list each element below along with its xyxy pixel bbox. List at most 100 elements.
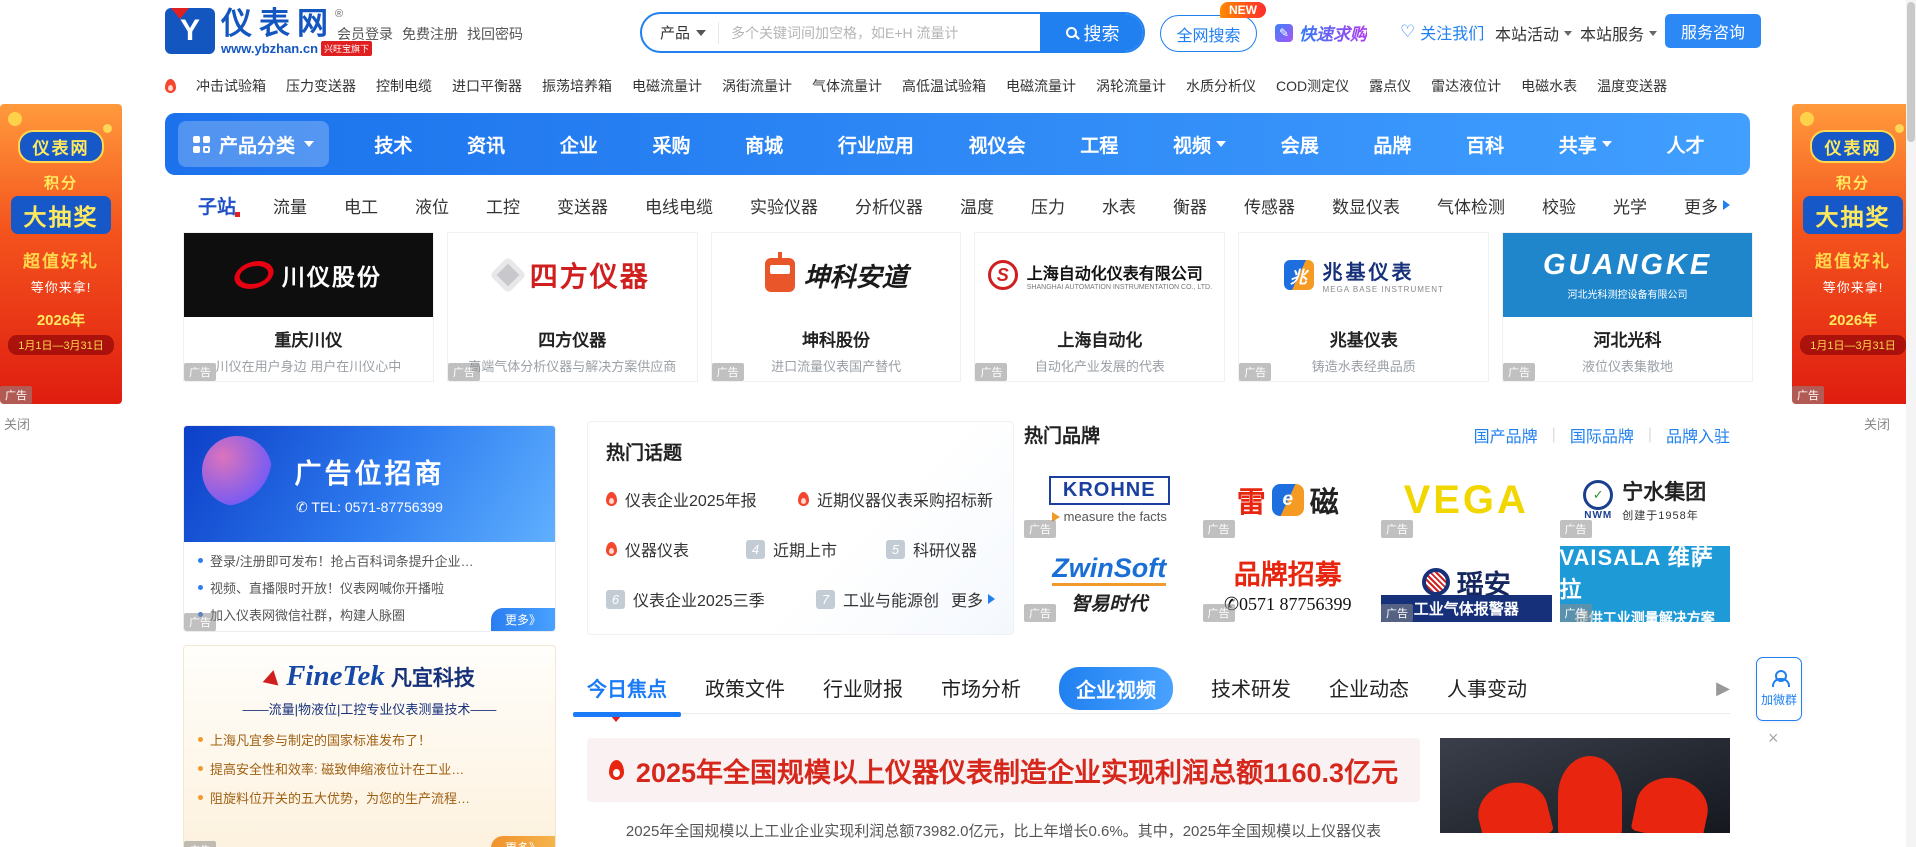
keyword-link[interactable]: 温度变送器 xyxy=(1597,76,1667,96)
subnav-item[interactable]: 衡器 xyxy=(1173,193,1207,218)
tab-market-analysis[interactable]: 市场分析 xyxy=(941,673,1021,704)
keyword-link[interactable]: 气体流量计 xyxy=(812,76,882,96)
ad-more-link[interactable]: 更多》 xyxy=(491,608,555,631)
brand-card-kunke[interactable]: 坤科安道 坤科股份 进口流量仪表国产替代 广告 xyxy=(711,232,962,382)
subnav-item[interactable]: 液位 xyxy=(415,193,449,218)
float-widget-close[interactable]: × xyxy=(1768,729,1779,747)
nav-item-wiki[interactable]: 百科 xyxy=(1466,131,1504,158)
nav-item-engineering[interactable]: 工程 xyxy=(1080,131,1118,158)
brand-cell-leici[interactable]: 雷 e 磁 广告 xyxy=(1203,462,1374,538)
keyword-link[interactable]: 水质分析仪 xyxy=(1186,76,1256,96)
topic-link[interactable]: 7工业与能源创 xyxy=(816,587,939,611)
allnet-search-button[interactable]: 全网搜索 xyxy=(1160,15,1257,52)
keyword-link[interactable]: 冲击试验箱 xyxy=(196,76,266,96)
keyword-link[interactable]: 进口平衡器 xyxy=(452,76,522,96)
nav-item-application[interactable]: 行业应用 xyxy=(838,131,914,158)
nav-item-news[interactable]: 资讯 xyxy=(467,131,505,158)
nav-item-exhibition[interactable]: 会展 xyxy=(1281,131,1319,158)
join-wechat-group-button[interactable]: 加微群 xyxy=(1756,657,1802,721)
keyword-link[interactable]: 振荡培养箱 xyxy=(542,76,612,96)
keyword-link[interactable]: 电磁流量计 xyxy=(632,76,702,96)
nav-item-expo[interactable]: 视仪会 xyxy=(969,131,1026,158)
topic-link[interactable]: 5科研仪器 xyxy=(886,537,977,561)
tab-tech-rd[interactable]: 技术研发 xyxy=(1211,673,1291,704)
brand-join-link[interactable]: 品牌入驻 xyxy=(1666,423,1730,447)
news-photo-hardhats[interactable] xyxy=(1440,738,1730,833)
finetek-ad-card[interactable]: FineTek 凡宜科技 ——流量|物液位|工控专业仪表测量技术—— 上海凡宜参… xyxy=(183,645,556,847)
brand-cell-ningshui[interactable]: ✓NWM 宁水集团创建于1958年 广告 xyxy=(1560,462,1731,538)
quick-buy-link[interactable]: ✎ 快速求购 xyxy=(1275,20,1367,45)
topic-link[interactable]: 仪器仪表 xyxy=(606,537,746,561)
brand-cell-krohne[interactable]: KROHNE measure the facts 广告 xyxy=(1024,462,1195,538)
subnav-item[interactable]: 工控 xyxy=(486,193,520,218)
brand-card-guangke[interactable]: GUANGKE河北光科测控设备有限公司 河北光科 液位仪表集散地 广告 xyxy=(1502,232,1753,382)
brand-card-zhaoji[interactable]: 兆 兆基仪表MEGA BASE INSTRUMENT 兆基仪表 铸造水表经典品质… xyxy=(1238,232,1489,382)
ad-list-item[interactable]: 阻旋料位开关的五大优势，为您的生产流程… xyxy=(198,788,543,807)
left-banner-close[interactable]: 关闭 xyxy=(4,414,30,433)
tab-personnel[interactable]: 人事变动 xyxy=(1447,673,1527,704)
page-scrollbar[interactable] xyxy=(1906,0,1916,847)
subnav-item[interactable]: 电工 xyxy=(344,193,378,218)
subnav-item[interactable]: 流量 xyxy=(273,193,307,218)
search-button[interactable]: 搜索 xyxy=(1040,12,1145,53)
tab-industry-finance[interactable]: 行业财报 xyxy=(823,673,903,704)
subnav-item[interactable]: 数显仪表 xyxy=(1332,193,1400,218)
brand-card-chuanyi[interactable]: 川仪股份 重庆川仪 川仪在用户身边 用户在川仪心中 广告 xyxy=(183,232,434,382)
tab-policy[interactable]: 政策文件 xyxy=(705,673,785,704)
nav-item-mall[interactable]: 商城 xyxy=(745,131,783,158)
site-activity-menu[interactable]: 本站活动 xyxy=(1495,21,1572,45)
subnav-item[interactable]: 变送器 xyxy=(557,193,608,218)
ad-slot-banner[interactable]: 广告位招商 ✆ TEL: 0571-87756399 登录/注册即可发布！抢占百… xyxy=(183,425,556,632)
nav-item-talent[interactable]: 人才 xyxy=(1667,131,1705,158)
site-service-menu[interactable]: 本站服务 xyxy=(1580,21,1657,45)
subnav-item[interactable]: 传感器 xyxy=(1244,193,1295,218)
scrollbar-thumb[interactable] xyxy=(1907,2,1915,142)
nav-item-purchase[interactable]: 采购 xyxy=(652,131,690,158)
news-headline[interactable]: 2025年全国规模以上仪器仪表制造企业实现利润总额1160.3亿元 xyxy=(587,738,1420,802)
nav-item-share[interactable]: 共享 xyxy=(1559,131,1612,158)
tab-today-focus[interactable]: 今日焦点 xyxy=(587,673,667,704)
topic-link[interactable]: 6仪表企业2025三季 xyxy=(606,587,816,611)
topic-link[interactable]: 仪表企业2025年报 xyxy=(606,487,798,511)
brand-card-shanghai-auto[interactable]: S 上海自动化仪表有限公司SHANGHAI AUTOMATION INSTRUM… xyxy=(974,232,1225,382)
search-input[interactable] xyxy=(719,25,1042,41)
tabs-next-arrow[interactable]: ▶ xyxy=(1716,678,1730,699)
topic-link[interactable]: 近期仪器仪表采购招标新 xyxy=(798,487,993,511)
tab-company-video[interactable]: 企业视频 xyxy=(1059,667,1173,710)
subnav-item[interactable]: 气体检测 xyxy=(1437,193,1505,218)
subnav-item[interactable]: 光学 xyxy=(1613,193,1647,218)
brand-cell-yaoan[interactable]: 瑶安 工业气体报警器 广告 xyxy=(1381,546,1552,622)
right-banner-close[interactable]: 关闭 xyxy=(1864,414,1890,433)
topics-more-link[interactable]: 更多 xyxy=(951,587,995,611)
retrieve-password-link[interactable]: 找回密码 xyxy=(467,24,523,44)
register-link[interactable]: 免费注册 xyxy=(402,24,458,44)
keyword-link[interactable]: 电磁水表 xyxy=(1521,76,1577,96)
ad-more-link[interactable]: 更多》 xyxy=(491,836,555,847)
brand-cell-vaisala[interactable]: VAISALA 维萨拉 提供工业测量解决方案 广告 xyxy=(1560,546,1731,622)
keyword-link[interactable]: 露点仪 xyxy=(1369,76,1411,96)
keyword-link[interactable]: 高低温试验箱 xyxy=(902,76,986,96)
nav-item-video[interactable]: 视频 xyxy=(1173,131,1226,158)
keyword-link[interactable]: 涡街流量计 xyxy=(722,76,792,96)
nav-item-tech[interactable]: 技术 xyxy=(374,131,412,158)
ad-list-item[interactable]: 上海凡宜参与制定的国家标准发布了！ xyxy=(198,730,543,749)
service-consult-button[interactable]: 服务咨询 xyxy=(1665,14,1761,48)
tab-company-news[interactable]: 企业动态 xyxy=(1329,673,1409,704)
nav-item-brand[interactable]: 品牌 xyxy=(1373,131,1411,158)
subnav-more[interactable]: 更多 xyxy=(1684,193,1730,218)
brand-cell-vega[interactable]: VEGA 广告 xyxy=(1381,462,1552,538)
subnav-item[interactable]: 分析仪器 xyxy=(855,193,923,218)
keyword-link[interactable]: 雷达液位计 xyxy=(1431,76,1501,96)
subnav-item[interactable]: 电线电缆 xyxy=(645,193,713,218)
subnav-item[interactable]: 校验 xyxy=(1542,193,1576,218)
login-link[interactable]: 会员登录 xyxy=(337,24,393,44)
subnav-item[interactable]: 压力 xyxy=(1031,193,1065,218)
ad-list-item[interactable]: 提高安全性和效率: 磁致伸缩液位计在工业… xyxy=(198,759,543,778)
international-brands-link[interactable]: 国际品牌 xyxy=(1570,423,1634,447)
domestic-brands-link[interactable]: 国产品牌 xyxy=(1474,423,1538,447)
keyword-link[interactable]: 控制电缆 xyxy=(376,76,432,96)
brand-card-sifang[interactable]: 四方仪器 四方仪器 高端气体分析仪器与解决方案供应商 广告 xyxy=(447,232,698,382)
left-side-banner-ad[interactable]: 仪表网 积分 大抽奖 超值好礼 等你来拿! 2026年 1月1日—3月31日 广… xyxy=(0,104,122,404)
product-category-button[interactable]: 产品分类 xyxy=(178,121,329,167)
subnav-item[interactable]: 实验仪器 xyxy=(750,193,818,218)
